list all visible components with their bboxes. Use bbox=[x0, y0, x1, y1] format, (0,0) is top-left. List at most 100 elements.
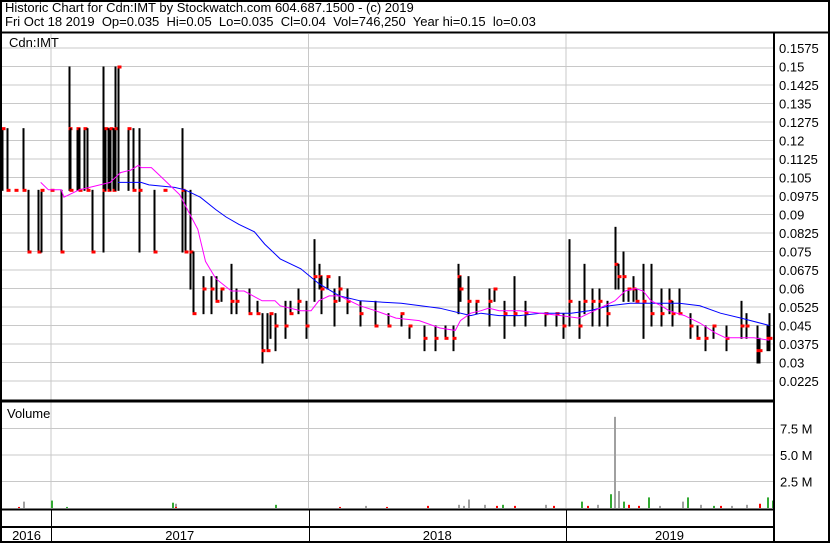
close-tick bbox=[256, 312, 261, 316]
price-tick-label: 0.0525 bbox=[779, 300, 819, 315]
volume-bar bbox=[458, 504, 460, 508]
close-tick bbox=[138, 188, 143, 192]
close-tick bbox=[712, 324, 717, 328]
volume-bar bbox=[746, 504, 748, 508]
close-tick bbox=[27, 250, 32, 254]
price-tick-label: 0.045 bbox=[779, 319, 812, 334]
close-tick bbox=[745, 324, 750, 328]
price-tick-label: 0.1575 bbox=[779, 41, 819, 56]
volume-bar bbox=[614, 416, 616, 508]
close-tick bbox=[6, 188, 11, 192]
close-tick bbox=[235, 299, 240, 303]
close-tick bbox=[513, 312, 518, 316]
price-tick-label: 0.09 bbox=[779, 208, 804, 223]
volume-bar bbox=[700, 504, 702, 508]
volume-bar bbox=[553, 505, 555, 508]
price-tick-label: 0.135 bbox=[779, 97, 812, 112]
close-tick bbox=[768, 336, 773, 340]
volume-bar bbox=[386, 506, 388, 508]
close-tick bbox=[305, 324, 310, 328]
close-tick bbox=[606, 312, 611, 316]
close-tick bbox=[374, 324, 379, 328]
close-tick bbox=[444, 336, 449, 340]
price-tick-label: 0.15 bbox=[779, 60, 804, 75]
price-tick-label: 0.1275 bbox=[779, 115, 819, 130]
close-tick bbox=[423, 336, 428, 340]
close-tick bbox=[333, 299, 338, 303]
year-label: 2019 bbox=[655, 528, 684, 543]
close-tick bbox=[313, 275, 318, 279]
volume-bar bbox=[610, 494, 612, 508]
close-tick bbox=[704, 336, 709, 340]
volume-bar bbox=[365, 505, 367, 508]
close-tick bbox=[583, 299, 588, 303]
volume-tick-label: 7.5 M bbox=[780, 422, 813, 437]
close-tick bbox=[22, 188, 27, 192]
close-tick bbox=[562, 324, 567, 328]
volume-bar bbox=[731, 505, 733, 508]
volume-bar bbox=[659, 505, 661, 508]
close-tick bbox=[660, 312, 665, 316]
price-tick-label: 0.0975 bbox=[779, 189, 819, 204]
price-tick-label: 0.06 bbox=[779, 282, 804, 297]
volume-bar bbox=[638, 505, 640, 508]
volume-bar bbox=[587, 505, 589, 508]
close-tick bbox=[578, 324, 583, 328]
price-tick-label: 0.12 bbox=[779, 134, 804, 149]
close-tick bbox=[650, 312, 655, 316]
close-tick bbox=[220, 287, 225, 291]
close-tick bbox=[452, 336, 457, 340]
close-tick bbox=[1, 127, 6, 131]
close-tick bbox=[86, 188, 91, 192]
close-tick bbox=[635, 299, 640, 303]
close-tick bbox=[642, 299, 647, 303]
close-tick bbox=[230, 299, 235, 303]
close-tick bbox=[434, 336, 439, 340]
volume-panel-title: Volume bbox=[7, 406, 50, 421]
close-tick bbox=[210, 287, 215, 291]
volume-tick-label: 5.0 M bbox=[780, 448, 813, 463]
close-tick bbox=[400, 312, 405, 316]
close-tick bbox=[40, 188, 45, 192]
close-tick bbox=[202, 287, 207, 291]
volume-bar bbox=[275, 504, 277, 508]
volume-bar bbox=[682, 501, 684, 508]
close-tick bbox=[338, 287, 343, 291]
close-tick bbox=[163, 188, 168, 192]
volume-bar bbox=[339, 506, 341, 508]
close-tick bbox=[248, 312, 253, 316]
close-tick bbox=[192, 312, 197, 316]
close-tick bbox=[69, 188, 74, 192]
volume-bar bbox=[51, 500, 53, 508]
price-tick-label: 0.105 bbox=[779, 171, 812, 186]
price-tick-label: 0.0225 bbox=[779, 374, 819, 389]
volume-bar bbox=[618, 491, 620, 508]
close-tick bbox=[408, 324, 413, 328]
price-tick-label: 0.03 bbox=[779, 356, 804, 371]
volume-bar bbox=[514, 505, 516, 508]
year-label: 2017 bbox=[165, 528, 194, 543]
close-tick bbox=[503, 312, 508, 316]
volume-bar bbox=[172, 502, 174, 508]
close-tick bbox=[387, 324, 392, 328]
close-tick bbox=[467, 299, 472, 303]
year-label: 2018 bbox=[423, 528, 452, 543]
close-tick bbox=[725, 336, 730, 340]
volume-bar bbox=[175, 506, 177, 508]
close-tick bbox=[261, 349, 266, 353]
close-tick bbox=[475, 299, 480, 303]
close-tick bbox=[591, 299, 596, 303]
close-tick bbox=[50, 188, 55, 192]
price-panel-title: Cdn:IMT bbox=[9, 35, 59, 50]
volume-tick-label: 2.5 M bbox=[780, 475, 813, 490]
year-label: 2016 bbox=[12, 528, 41, 543]
volume-bar bbox=[66, 506, 68, 508]
volume-bar bbox=[767, 497, 769, 508]
volume-bar bbox=[628, 504, 630, 508]
volume-bar bbox=[597, 504, 599, 508]
volume-bar bbox=[687, 497, 689, 508]
close-tick bbox=[117, 65, 122, 69]
volume-bar bbox=[18, 506, 20, 508]
close-tick bbox=[689, 324, 694, 328]
close-tick bbox=[359, 312, 364, 316]
